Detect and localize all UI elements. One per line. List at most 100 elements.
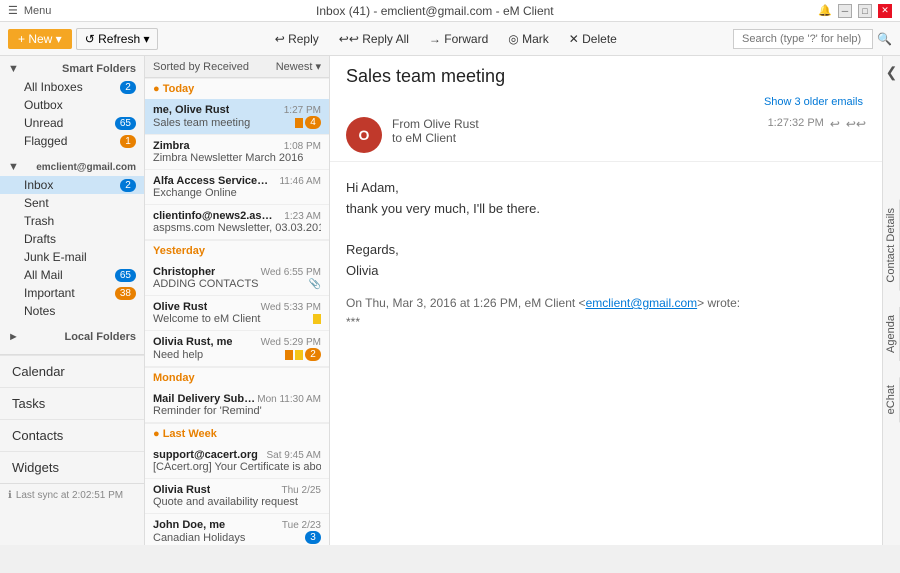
delete-button[interactable]: ✕ Delete [562, 29, 624, 49]
last-sync-label: Last sync at 2:02:51 PM [16, 490, 123, 501]
email-list: Sorted by Received Newest ▾ ● Today me, … [145, 56, 330, 545]
sidebar-item-flagged[interactable]: Flagged 1 [0, 132, 144, 150]
important-badge: 38 [115, 287, 136, 300]
notes-label: Notes [24, 304, 55, 318]
minimize-button[interactable]: ─ [838, 4, 852, 18]
email-item[interactable]: Christopher Wed 6:55 PM ADDING CONTACTS … [145, 261, 329, 296]
email-item[interactable]: John Doe, me Tue 2/23 Canadian Holidays … [145, 514, 329, 545]
sidebar-item-notes[interactable]: Notes [0, 302, 144, 320]
search-icon[interactable]: 🔍 [877, 32, 892, 46]
sidebar-nav-widgets[interactable]: Widgets [0, 451, 144, 483]
email-item[interactable]: Olivia Rust, me Wed 5:29 PM Need help 2 [145, 331, 329, 367]
email-item[interactable]: clientinfo@news2.aspsms.com 1:23 AM asps… [145, 205, 329, 240]
inbox-label: Inbox [24, 178, 53, 192]
sidebar-item-unread[interactable]: Unread 65 [0, 114, 144, 132]
email-flags: 2 [285, 348, 321, 361]
email-time: Tue 2/23 [282, 520, 321, 531]
right-panel: ❮ Contact Details Agenda eChat [882, 56, 900, 545]
email-time: Wed 6:55 PM [261, 267, 321, 278]
drafts-label: Drafts [24, 232, 56, 246]
sidebar-item-outbox[interactable]: Outbox [0, 96, 144, 114]
subject-text: Exchange Online [153, 187, 237, 199]
reply-all-icon[interactable]: ↩↩ [846, 117, 866, 131]
show-older-link[interactable]: Show 3 older emails [346, 93, 866, 111]
email-item[interactable]: Zimbra 1:08 PM Zimbra Newsletter March 2… [145, 135, 329, 170]
email-item[interactable]: support@cacert.org Sat 9:45 AM [CAcert.o… [145, 444, 329, 479]
email-item[interactable]: Alfa Access Services Ltd 11:46 AM Exchan… [145, 170, 329, 205]
email-time: Sat 9:45 AM [267, 450, 321, 461]
email-item-top: Olivia Rust Thu 2/25 [153, 484, 321, 496]
sidebar-item-important[interactable]: Important 38 [0, 284, 144, 302]
reply-button[interactable]: ↩ Reply [268, 29, 326, 49]
maximize-button[interactable]: □ [858, 4, 872, 18]
mark-button[interactable]: ◎ Mark [501, 29, 555, 49]
sidebar-item-junk[interactable]: Junk E-mail [0, 248, 144, 266]
flagged-label: Flagged [24, 134, 67, 148]
sent-label: Sent [24, 196, 49, 210]
subject-text: Welcome to eM Client [153, 313, 260, 325]
avatar-initial: O [359, 127, 370, 143]
account-heading[interactable]: ▼ emclient@gmail.com [0, 158, 144, 176]
email-item-top: support@cacert.org Sat 9:45 AM [153, 449, 321, 461]
date-group-today: ● Today [145, 78, 329, 99]
email-content: Sales team meeting Show 3 older emails O… [330, 56, 882, 545]
agenda-tab[interactable]: Agenda [883, 307, 900, 361]
body-line-1: Hi Adam, [346, 178, 866, 199]
today-label: Today [163, 83, 195, 95]
email-item-top: Olivia Rust, me Wed 5:29 PM [153, 336, 321, 348]
local-folders-label: Local Folders [64, 331, 136, 343]
important-label: Important [24, 286, 75, 300]
subject-text: Sales team meeting [153, 117, 250, 129]
title-bar-left: ☰ Menu [8, 4, 51, 17]
echat-tab[interactable]: eChat [883, 377, 900, 422]
unread-badge: 65 [115, 117, 136, 130]
new-button[interactable]: + New ▾ [8, 29, 72, 49]
reply-all-button[interactable]: ↩↩ Reply All [332, 29, 416, 49]
reply-icon[interactable]: ↩ [830, 117, 840, 131]
search-input[interactable] [733, 29, 873, 49]
sidebar-footer: ℹ Last sync at 2:02:51 PM [0, 483, 144, 507]
outbox-label: Outbox [24, 98, 63, 112]
email-time: 1:27 PM [284, 105, 321, 116]
email-body: Hi Adam, thank you very much, I'll be th… [330, 162, 882, 348]
email-received-time: 1:27:32 PM ↩ ↩↩ [768, 117, 866, 131]
refresh-button[interactable]: ↺ Refresh ▾ [76, 28, 159, 50]
inbox-badge: 2 [120, 179, 136, 192]
email-time: Wed 5:29 PM [261, 337, 321, 348]
email-item[interactable]: me, Olive Rust 1:27 PM Sales team meetin… [145, 99, 329, 135]
sort-order[interactable]: Newest ▾ [276, 60, 321, 73]
sidebar-nav-contacts[interactable]: Contacts [0, 419, 144, 451]
email-item[interactable]: Olive Rust Wed 5:33 PM Welcome to eM Cli… [145, 296, 329, 331]
email-item-top: Alfa Access Services Ltd 11:46 AM [153, 175, 321, 187]
email-sender: Zimbra [153, 140, 190, 152]
sidebar-nav-calendar[interactable]: Calendar [0, 355, 144, 387]
email-item[interactable]: Mail Delivery Subsystem Mon 11:30 AM Rem… [145, 388, 329, 423]
last-week-label: Last Week [163, 428, 217, 440]
sidebar-item-sent[interactable]: Sent [0, 194, 144, 212]
account-section: ▼ emclient@gmail.com Inbox 2 Sent Trash … [0, 154, 144, 324]
yellow-flag-icon [295, 350, 303, 360]
close-button[interactable]: ✕ [878, 4, 892, 18]
forward-button[interactable]: → Forward [422, 29, 495, 49]
today-dot: ● [153, 83, 163, 95]
panel-collapse-button[interactable]: ❮ [886, 64, 898, 81]
email-item[interactable]: Olivia Rust Thu 2/25 Quote and availabil… [145, 479, 329, 514]
smart-folders-heading[interactable]: ▼ Smart Folders [0, 60, 144, 78]
quoted-email-link[interactable]: emclient@gmail.com [586, 296, 698, 310]
attachment-icon: 📎 [309, 279, 321, 290]
sidebar-item-all-mail[interactable]: All Mail 65 [0, 266, 144, 284]
sidebar-item-inbox[interactable]: Inbox 2 [0, 176, 144, 194]
sidebar-item-all-inboxes[interactable]: All Inboxes 2 [0, 78, 144, 96]
sidebar: ▼ Smart Folders All Inboxes 2 Outbox Unr… [0, 56, 145, 545]
toolbar-left: + New ▾ ↺ Refresh ▾ [8, 28, 158, 50]
menu-label[interactable]: Menu [24, 5, 52, 17]
contact-details-tab[interactable]: Contact Details [883, 200, 900, 291]
email-subject: Zimbra Newsletter March 2016 [153, 152, 321, 164]
email-item-top: clientinfo@news2.aspsms.com 1:23 AM [153, 210, 321, 222]
local-folders-heading[interactable]: ► Local Folders [0, 328, 144, 346]
sidebar-item-trash[interactable]: Trash [0, 212, 144, 230]
sidebar-item-drafts[interactable]: Drafts [0, 230, 144, 248]
sidebar-nav-tasks[interactable]: Tasks [0, 387, 144, 419]
quoted-body-text: *** [346, 313, 866, 332]
email-from-line: From Olive Rust to eM Client [392, 117, 758, 145]
